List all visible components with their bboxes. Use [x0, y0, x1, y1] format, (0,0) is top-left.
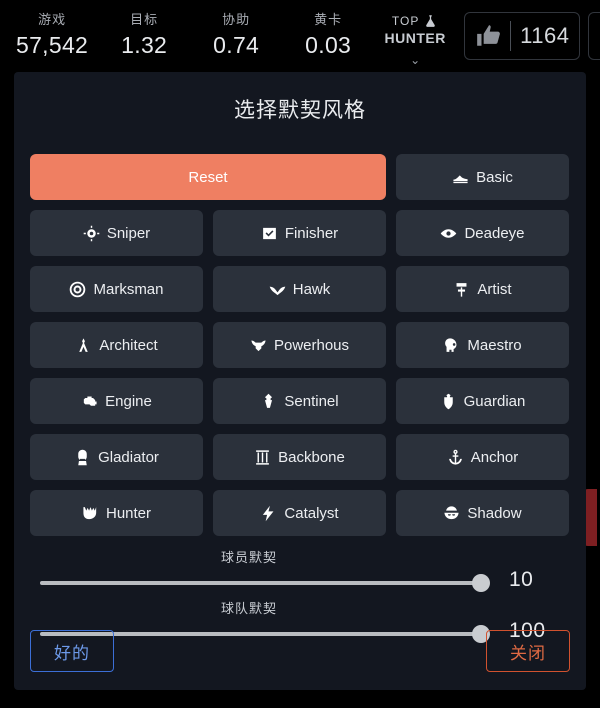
player-chemistry-slider-row: 球员默契 10: [14, 550, 586, 601]
chevron-down-icon[interactable]: ⌄: [374, 54, 456, 66]
stat-assists-value: 0.74: [213, 32, 260, 58]
stat-assists: 协助 0.74: [190, 12, 282, 60]
style-button-deadeye[interactable]: Deadeye: [396, 210, 569, 256]
top-hunter-line1-row: TOP: [374, 14, 456, 29]
stat-yellow-cards-label: 黄卡: [314, 12, 343, 27]
stat-goals: 目标 1.32: [98, 12, 190, 60]
player-chemistry-value: 10: [509, 568, 534, 591]
style-button-sniper[interactable]: Sniper: [30, 210, 203, 256]
style-button-shadow-label: Shadow: [467, 504, 522, 522]
page-title: 选择默契风格: [234, 99, 366, 122]
style-button-powerhous-label: Powerhous: [273, 336, 350, 354]
paint-roller-icon: [456, 282, 467, 297]
checkbox-icon: [262, 227, 276, 239]
boot-icon: [453, 174, 468, 183]
style-button-marksman-label: Marksman: [93, 280, 164, 298]
player-chemistry-label: 球员默契: [220, 550, 277, 565]
style-button-engine[interactable]: Engine: [30, 378, 203, 424]
style-button-gladiator[interactable]: Gladiator: [30, 434, 203, 480]
upvote-separator: [510, 21, 512, 51]
stat-yellow-cards-value: 0.03: [305, 32, 352, 58]
stat-games-label: 游戏: [38, 12, 67, 27]
top-hunter-line1: TOP: [391, 14, 420, 28]
style-button-hawk-label: Hawk: [292, 280, 331, 298]
style-button-guardian[interactable]: Guardian: [396, 378, 569, 424]
ok-button[interactable]: 好的: [30, 630, 114, 672]
stat-assists-label: 协助: [222, 12, 251, 27]
player-chemistry-track[interactable]: [40, 581, 488, 585]
claw-icon: [83, 506, 97, 519]
style-button-gladiator-label: Gladiator: [98, 448, 159, 466]
style-button-engine-label: Engine: [105, 392, 152, 410]
crosshair-icon: [83, 225, 100, 241]
stat-yellow-cards: 黄卡 0.03: [282, 12, 374, 60]
style-button-sniper-label: Sniper: [106, 224, 151, 242]
style-button-deadeye-label: Deadeye: [464, 224, 525, 242]
thumbs-up-icon: [477, 25, 501, 46]
style-button-artist[interactable]: Artist: [396, 266, 569, 312]
style-button-anchor-label: Anchor: [470, 448, 519, 466]
downvote-box[interactable]: 131: [588, 12, 600, 60]
bolt-icon: [263, 505, 274, 521]
style-button-architect-label: Architect: [99, 336, 158, 354]
style-button-guardian-label: Guardian: [463, 392, 526, 410]
close-button-label: 关闭: [510, 643, 546, 663]
style-button-shadow[interactable]: Shadow: [396, 490, 569, 536]
reset-button[interactable]: Reset: [30, 154, 386, 200]
style-button-powerhous[interactable]: Powerhous: [213, 322, 386, 368]
ok-button-label: 好的: [54, 643, 90, 663]
top-hunter-line2: HUNTER: [384, 29, 446, 46]
style-button-sentinel[interactable]: Sentinel: [213, 378, 386, 424]
shield-icon: [443, 393, 453, 409]
style-button-basic-label: Basic: [476, 168, 513, 186]
style-button-marksman[interactable]: Marksman: [30, 266, 203, 312]
upvote-box[interactable]: 1164: [464, 12, 581, 60]
eye-icon: [441, 228, 457, 238]
reset-button-label: Reset: [188, 168, 228, 186]
style-button-finisher[interactable]: Finisher: [213, 210, 386, 256]
style-button-hunter[interactable]: Hunter: [30, 490, 203, 536]
top-hunter-badge[interactable]: TOP HUNTER ⌄: [374, 14, 456, 66]
style-button-architect[interactable]: Architect: [30, 322, 203, 368]
player-chemistry-thumb[interactable]: [472, 574, 490, 592]
close-button[interactable]: 关闭: [486, 630, 570, 672]
style-button-backbone[interactable]: Backbone: [213, 434, 386, 480]
engine-icon: [83, 396, 97, 406]
style-button-finisher-label: Finisher: [284, 224, 339, 242]
stat-goals-value: 1.32: [121, 32, 168, 58]
style-button-anchor[interactable]: Anchor: [396, 434, 569, 480]
chemistry-style-grid: Reset Basic Sniper Finisher Deadeye Mark…: [30, 154, 570, 536]
column-icon: [256, 449, 270, 465]
chemistry-style-modal: 选择默契风格 Reset Basic Sniper Finisher Deade…: [14, 72, 586, 690]
style-button-maestro[interactable]: Maestro: [396, 322, 569, 368]
upvote-count: 1164: [520, 23, 570, 48]
stat-games-value: 57,542: [16, 32, 89, 58]
stat-goals-label: 目标: [130, 12, 159, 27]
style-button-sentinel-label: Sentinel: [284, 392, 339, 410]
brain-gear-icon: [445, 337, 457, 352]
style-button-catalyst[interactable]: Catalyst: [213, 490, 386, 536]
target-icon: [70, 281, 86, 297]
style-button-hunter-label: Hunter: [105, 504, 152, 522]
player-chemistry-slider[interactable]: [40, 574, 490, 592]
style-button-hawk[interactable]: Hawk: [213, 266, 386, 312]
wings-icon: [269, 286, 286, 295]
style-button-artist-label: Artist: [477, 280, 512, 298]
helmet-icon: [78, 449, 87, 465]
style-button-maestro-label: Maestro: [467, 336, 522, 354]
style-button-backbone-label: Backbone: [278, 448, 345, 466]
watchtower-icon: [265, 393, 273, 408]
compass-icon: [79, 337, 89, 352]
stats-bar: 游戏 57,542 目标 1.32 协助 0.74 黄卡 0.03 TOP HU…: [0, 0, 600, 72]
bull-horns-icon: [251, 340, 266, 351]
style-button-basic[interactable]: Basic: [396, 154, 569, 200]
style-button-catalyst-label: Catalyst: [284, 504, 339, 522]
ninja-icon: [444, 505, 459, 519]
stat-games: 游戏 57,542: [6, 12, 98, 60]
anchor-icon: [448, 449, 462, 465]
flask-icon: [426, 14, 436, 27]
modal-footer: 好的 关闭: [14, 630, 586, 674]
team-chemistry-label: 球队默契: [220, 601, 277, 616]
